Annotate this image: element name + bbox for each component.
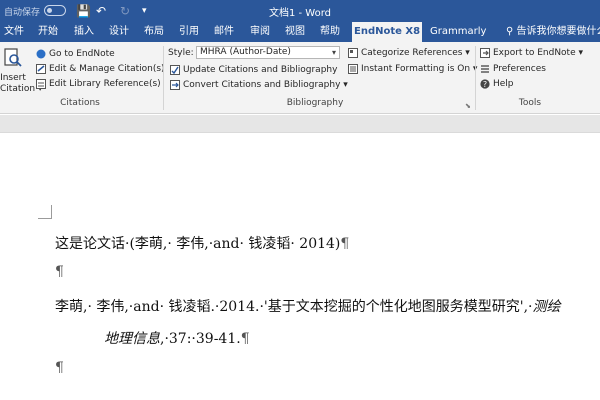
update-citations-button[interactable]: Update Citations and Bibliography: [183, 64, 337, 76]
tab-references[interactable]: 引用: [177, 22, 201, 42]
help-icon: ?: [480, 79, 490, 89]
categorize-references-icon: [348, 48, 358, 58]
pilcrow-mark: ¶: [340, 236, 350, 252]
style-value: MHRA (Author-Date): [200, 47, 291, 57]
preferences-icon: [481, 65, 489, 73]
style-select[interactable]: MHRA (Author-Date) ▾: [196, 46, 340, 59]
update-citations-icon: [170, 65, 180, 75]
help-button[interactable]: Help: [493, 78, 514, 90]
search-icon: ⚲: [506, 26, 517, 37]
paragraph-1[interactable]: 这是论文话·(李萌,· 李伟,·and· 钱凌韬· 2014)¶: [55, 233, 349, 253]
svg-text:?: ?: [483, 80, 487, 89]
chevron-down-icon: ▾: [331, 48, 336, 57]
tab-endnote[interactable]: EndNote X8: [352, 22, 423, 42]
window-title: 文档1 - Word: [268, 8, 332, 19]
edit-library-icon: [36, 79, 46, 89]
instant-formatting-icon: [348, 64, 358, 74]
tab-file[interactable]: 文件: [2, 22, 26, 42]
margin-corner-mark: [38, 205, 52, 219]
export-icon: [480, 48, 490, 58]
tab-design[interactable]: 设计: [107, 22, 131, 42]
citations-group-label: Citations: [60, 98, 100, 108]
endnote-globe-icon: [36, 49, 46, 59]
citation-sentence: 这是论文话·(李萌,· 李伟,·and· 钱凌韬· 2014): [55, 236, 341, 252]
preferences-button[interactable]: Preferences: [493, 63, 546, 75]
convert-citations-icon: [170, 80, 180, 90]
ribbon-bottom-band: [0, 115, 600, 133]
style-label: Style:: [168, 48, 194, 58]
instant-formatting-button[interactable]: Instant Formatting is On ▾: [361, 63, 477, 75]
edit-citation-icon: [36, 64, 46, 74]
tab-review[interactable]: 审阅: [248, 22, 272, 42]
tab-insert[interactable]: 插入: [72, 22, 96, 42]
tab-help[interactable]: 帮助: [318, 22, 342, 42]
convert-citations-button[interactable]: Convert Citations and Bibliography ▾: [183, 79, 348, 91]
tab-home[interactable]: 开始: [36, 22, 60, 42]
tab-grammarly[interactable]: Grammarly: [428, 22, 488, 42]
ribbon-panel: Insert Citation ▾ Go to EndNote Edit & M…: [0, 42, 600, 114]
tell-me-box[interactable]: ⚲ 告诉我你想要做什么: [506, 22, 600, 42]
tell-me-text: 告诉我你想要做什么: [516, 26, 600, 37]
pilcrow-mark: ¶: [240, 331, 250, 347]
dialog-launcher-icon[interactable]: ⬊: [465, 100, 471, 112]
paragraph-4[interactable]: ¶: [55, 360, 64, 376]
edit-manage-citations-button[interactable]: Edit & Manage Citation(s): [49, 63, 165, 75]
journal-name-start: 测绘: [532, 299, 561, 315]
reference-text: 李萌,· 李伟,·and· 钱凌韬.·2014.·'基于文本挖掘的个性化地图服务…: [55, 299, 533, 315]
tools-group-label: Tools: [518, 98, 542, 108]
insert-citation-label-1: Insert: [0, 73, 26, 83]
edit-library-reference-button[interactable]: Edit Library Reference(s): [49, 78, 161, 90]
bibliography-entry-continued[interactable]: 地理信息,·37:·39-41.¶: [104, 328, 250, 348]
group-separator: [475, 46, 476, 110]
title-bar: 自动保存 💾 ↶ ↻ ▾ 文档1 - Word: [0, 0, 600, 22]
pilcrow-mark: ¶: [55, 360, 64, 376]
go-to-endnote-button[interactable]: Go to EndNote: [49, 48, 115, 60]
group-separator: [163, 46, 164, 110]
bibliography-group-label: Bibliography: [286, 98, 344, 108]
pilcrow-mark: ¶: [55, 264, 64, 280]
document-page[interactable]: 这是论文话·(李萌,· 李伟,·and· 钱凌韬· 2014)¶ ¶ 李萌,· …: [0, 133, 600, 400]
categorize-references-button[interactable]: Categorize References ▾: [361, 47, 470, 59]
bibliography-entry[interactable]: 李萌,· 李伟,·and· 钱凌韬.·2014.·'基于文本挖掘的个性化地图服务…: [55, 296, 561, 316]
insert-citation-icon: [4, 48, 22, 67]
paragraph-2[interactable]: ¶: [55, 264, 64, 280]
export-to-endnote-button[interactable]: Export to EndNote ▾: [493, 47, 583, 59]
journal-name: 地理信息: [104, 331, 160, 347]
tab-layout[interactable]: 布局: [142, 22, 166, 42]
tab-view[interactable]: 视图: [283, 22, 307, 42]
reference-pages: ,·37:·39-41.: [160, 331, 241, 347]
ribbon-tabs: 文件 开始 插入 设计 布局 引用 邮件 审阅 视图 帮助 EndNote X8…: [0, 22, 600, 42]
tab-mailings[interactable]: 邮件: [212, 22, 236, 42]
